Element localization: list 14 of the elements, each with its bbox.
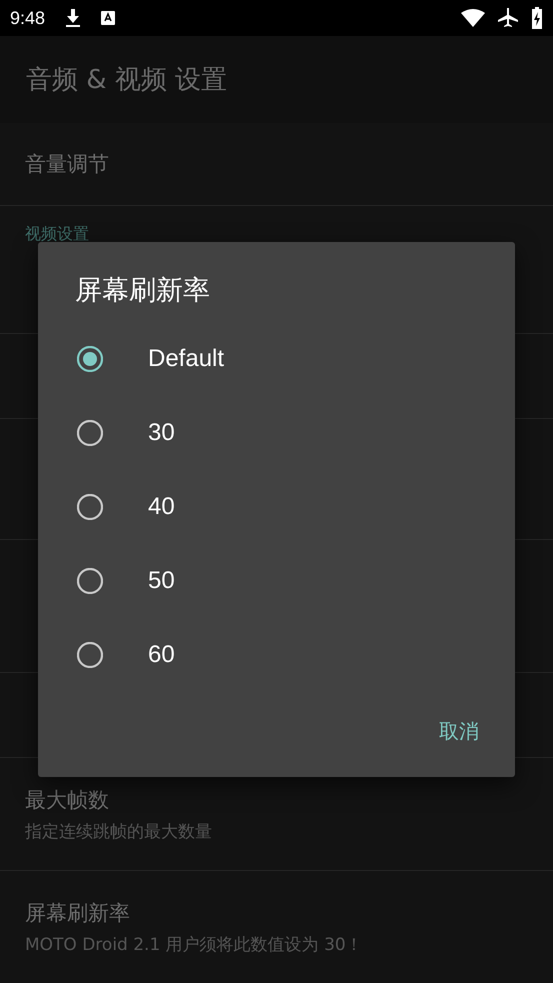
option-label[interactable]: 40 bbox=[148, 493, 175, 521]
category-header: 视频设置 bbox=[25, 224, 89, 243]
dialog-title: 屏幕刷新率 bbox=[75, 274, 211, 308]
setting-summary: MOTO Droid 2.1 用户须将此数值设为 30！ bbox=[25, 934, 364, 956]
option-label[interactable]: 30 bbox=[148, 419, 175, 447]
setting-summary: 指定连续跳帧的最大数量 bbox=[25, 820, 213, 842]
option-label[interactable]: 50 bbox=[148, 567, 175, 595]
option-label[interactable]: 60 bbox=[148, 641, 175, 669]
clock: 9:48 bbox=[10, 8, 46, 28]
screen-title: 音频 & 视频 设置 bbox=[26, 64, 228, 97]
option-label[interactable]: Default bbox=[148, 345, 224, 373]
setting-title[interactable]: 屏幕刷新率 bbox=[25, 898, 528, 926]
setting-title[interactable]: 音量调节 bbox=[25, 150, 528, 178]
cancel-button[interactable]: 取消 bbox=[431, 710, 487, 753]
